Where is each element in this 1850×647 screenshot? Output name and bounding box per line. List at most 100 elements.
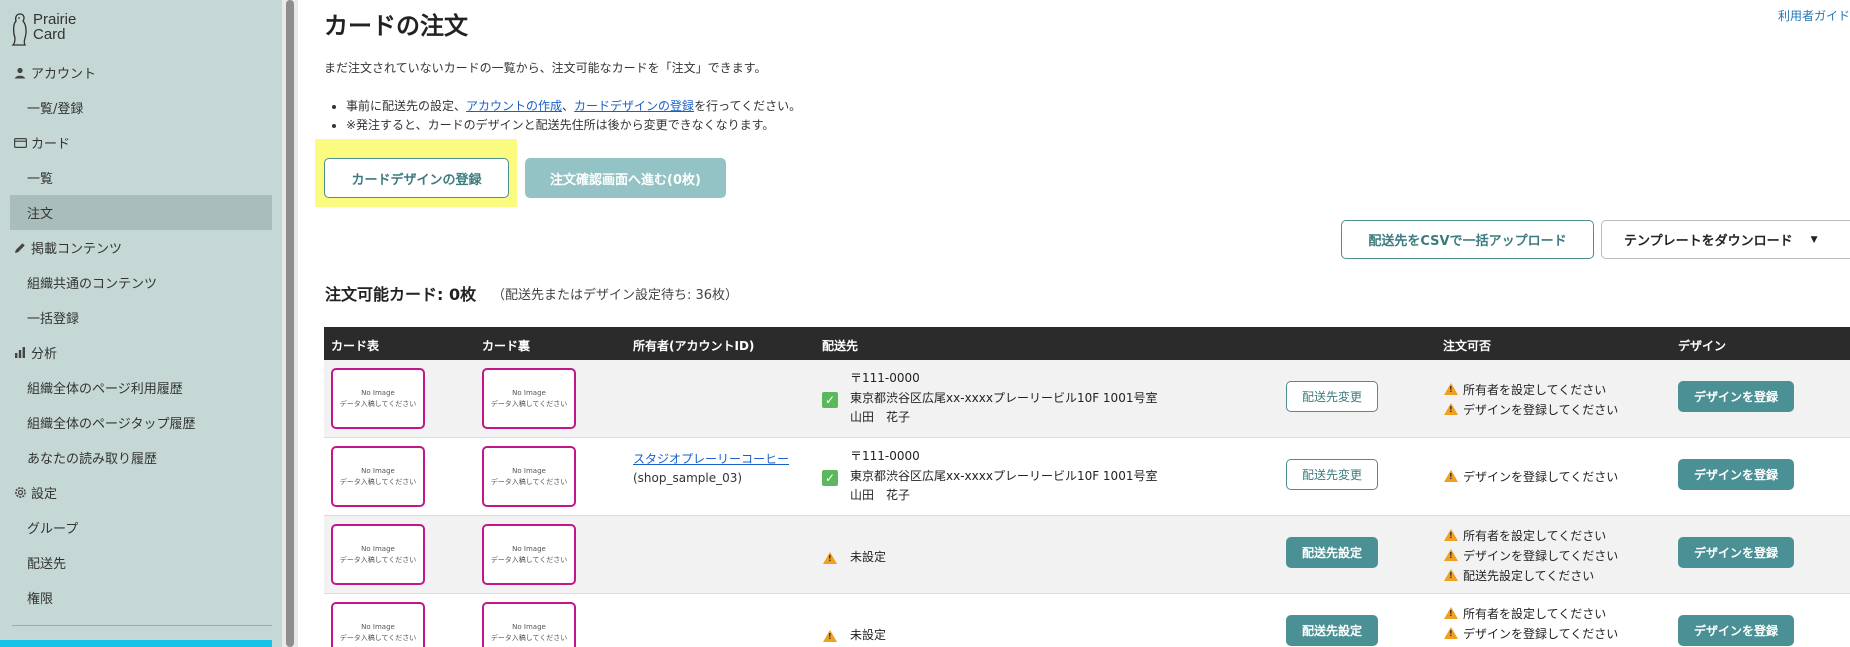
register-design-row-button[interactable]: デザインを登録 (1678, 537, 1794, 568)
sidebar-section-settings[interactable]: 設定 (0, 475, 282, 510)
sidebar-section-card[interactable]: カード (0, 125, 282, 160)
status-text: デザインを登録してください (1463, 548, 1619, 563)
address-line: 東京都渋谷区広尾xx-xxxxプレーリービル10F 1001号室 (850, 468, 1158, 483)
sidebar-section-label: 掲載コンテンツ (31, 242, 123, 257)
change-shipping-button[interactable]: 配送先変更 (1286, 381, 1378, 412)
card-front-thumbnail[interactable]: No Image データ入稿してください (331, 368, 425, 429)
check-icon: ✓ (822, 470, 838, 486)
card-back-thumbnail[interactable]: No Image データ入稿してください (482, 368, 576, 429)
sidebar-item-label: 注文 (27, 207, 54, 222)
status-item: デザインを登録してください (1444, 545, 1618, 565)
sidebar-section-analytics[interactable]: 分析 (0, 335, 282, 370)
sidebar-item-label: 一覧/登録 (27, 102, 84, 117)
card-back-thumbnail[interactable]: No Image データ入稿してください (482, 602, 576, 647)
column-shipping: 配送先 (822, 339, 859, 353)
no-image-title: No Image (512, 388, 546, 397)
sidebar-item-permissions[interactable]: 権限 (0, 580, 282, 615)
status-text: 所有者を設定してください (1463, 382, 1607, 397)
status-text: 所有者を設定してください (1463, 606, 1607, 621)
column-status: 注文可否 (1443, 339, 1492, 353)
sidebar-item-shared-content[interactable]: 組織共通のコンテンツ (0, 265, 282, 300)
brand-name: Prairie Card (33, 12, 76, 42)
warning-icon (1444, 549, 1458, 561)
card-front-thumbnail[interactable]: No Image データ入稿してください (331, 524, 425, 585)
status-list: デザインを登録してください (1444, 466, 1618, 486)
status-item: デザインを登録してください (1444, 623, 1618, 643)
sidebar-bottom-bar[interactable] (0, 640, 272, 647)
brand-name-line1: Prairie (33, 11, 77, 28)
user-guide-link[interactable]: 利用者ガイド (1778, 7, 1850, 24)
csv-upload-button[interactable]: 配送先をCSVで一括アップロード (1341, 220, 1594, 259)
no-image-sub: データ入稿してください (490, 399, 568, 408)
template-download-dropdown[interactable]: テンプレートをダウンロード ▼ (1601, 220, 1850, 259)
card-icon (12, 137, 28, 148)
status-list: 所有者を設定してください デザインを登録してください 配送先設定してください (1444, 525, 1618, 585)
create-account-link[interactable]: アカウントの作成 (466, 99, 562, 113)
no-image-title: No Image (361, 622, 395, 631)
owner-link[interactable]: スタジオプレーリーコーヒー (633, 450, 789, 469)
pencil-icon (12, 242, 28, 254)
user-icon (12, 67, 28, 79)
sidebar-section-content[interactable]: 掲載コンテンツ (0, 230, 282, 265)
column-front: カード表 (331, 339, 380, 353)
confirm-order-button[interactable]: 注文確認画面へ進む(0枚) (525, 158, 726, 198)
sidebar-item-label: あなたの読み取り履歴 (27, 452, 158, 467)
column-owner: 所有者(アカウントID) (633, 339, 755, 353)
register-design-link[interactable]: カードデザインの登録 (574, 99, 694, 113)
sidebar-item-page-usage[interactable]: 組織全体のページ利用履歴 (0, 370, 282, 405)
scrollbar-thumb[interactable] (286, 0, 294, 647)
no-image-title: No Image (512, 544, 546, 553)
sidebar-item-groups[interactable]: グループ (0, 510, 282, 545)
register-design-row-button[interactable]: デザインを登録 (1678, 615, 1794, 646)
status-item: 所有者を設定してください (1444, 379, 1618, 399)
card-back-thumbnail[interactable]: No Image データ入稿してください (482, 446, 576, 507)
sidebar-item-account-list[interactable]: 一覧/登録 (0, 90, 282, 125)
brand-logo[interactable]: Prairie Card (10, 12, 76, 46)
postal-code: 〒111-0000 (850, 371, 920, 385)
register-design-row-button[interactable]: デザインを登録 (1678, 381, 1794, 412)
status-list: 所有者を設定してください デザインを登録してください (1444, 379, 1618, 419)
table-header: カード表 カード裏 所有者(アカウントID) 配送先 注文可否 デザイン (324, 327, 1850, 360)
sidebar-item-card-list[interactable]: 一覧 (0, 160, 282, 195)
note-text: 事前に配送先の設定、 (346, 99, 467, 113)
sidebar-item-label: 配送先 (27, 557, 67, 572)
change-shipping-button[interactable]: 配送先変更 (1286, 459, 1378, 490)
table-row: No Image データ入稿してください No Image データ入稿してくださ… (324, 516, 1850, 594)
sidebar-section-account[interactable]: アカウント (0, 55, 282, 90)
sidebar-scrollbar[interactable] (282, 0, 298, 647)
card-back-thumbnail[interactable]: No Image データ入稿してください (482, 524, 576, 585)
warning-icon (1444, 529, 1458, 541)
address-line: 東京都渋谷区広尾xx-xxxxプレーリービル10F 1001号室 (850, 390, 1158, 405)
set-shipping-button[interactable]: 配送先設定 (1286, 537, 1378, 568)
status-item: デザインを登録してください (1444, 466, 1618, 486)
table-row: No Image データ入稿してください No Image データ入稿してくださ… (324, 594, 1850, 647)
status-text: デザインを登録してください (1463, 626, 1619, 641)
note-text: を行ってください。 (694, 99, 802, 113)
status-text: デザインを登録してください (1463, 469, 1619, 484)
card-front-thumbnail[interactable]: No Image データ入稿してください (331, 602, 425, 647)
note-warning: ※発注すると、カードのデザインと配送先住所は後から変更できなくなります。 (346, 116, 801, 135)
no-image-title: No Image (361, 466, 395, 475)
sidebar-item-read-history[interactable]: あなたの読み取り履歴 (0, 440, 282, 475)
sidebar-item-shipping[interactable]: 配送先 (0, 545, 282, 580)
sidebar-item-label: グループ (27, 522, 79, 537)
status-list: 所有者を設定してください デザインを登録してください (1444, 603, 1618, 643)
status-text: 所有者を設定してください (1463, 528, 1607, 543)
sidebar-item-page-taps[interactable]: 組織全体のページタップ履歴 (0, 405, 282, 440)
recipient-name: 山田 花子 (850, 488, 911, 502)
sidebar-item-bulk-register[interactable]: 一括登録 (0, 300, 282, 335)
orderable-count: 注文可能カード: 0枚 (325, 285, 477, 304)
register-design-button[interactable]: カードデザインの登録 (324, 158, 509, 198)
sidebar-item-label: 組織全体のページタップ履歴 (27, 417, 196, 432)
no-image-sub: データ入稿してください (339, 477, 417, 486)
note-text: 、 (562, 99, 575, 113)
sidebar-section-label: 設定 (31, 487, 58, 502)
warning-icon (1444, 627, 1458, 639)
sidebar-item-card-order[interactable]: 注文 (10, 195, 272, 230)
register-design-row-button[interactable]: デザインを登録 (1678, 459, 1794, 490)
shipping-unset: 未設定 (850, 628, 887, 642)
status-item: 所有者を設定してください (1444, 525, 1618, 545)
card-front-thumbnail[interactable]: No Image データ入稿してください (331, 446, 425, 507)
set-shipping-button[interactable]: 配送先設定 (1286, 615, 1378, 646)
main-content: カードの注文 利用者ガイド まだ注文されていないカードの一覧から、注文可能なカー… (298, 0, 1850, 647)
